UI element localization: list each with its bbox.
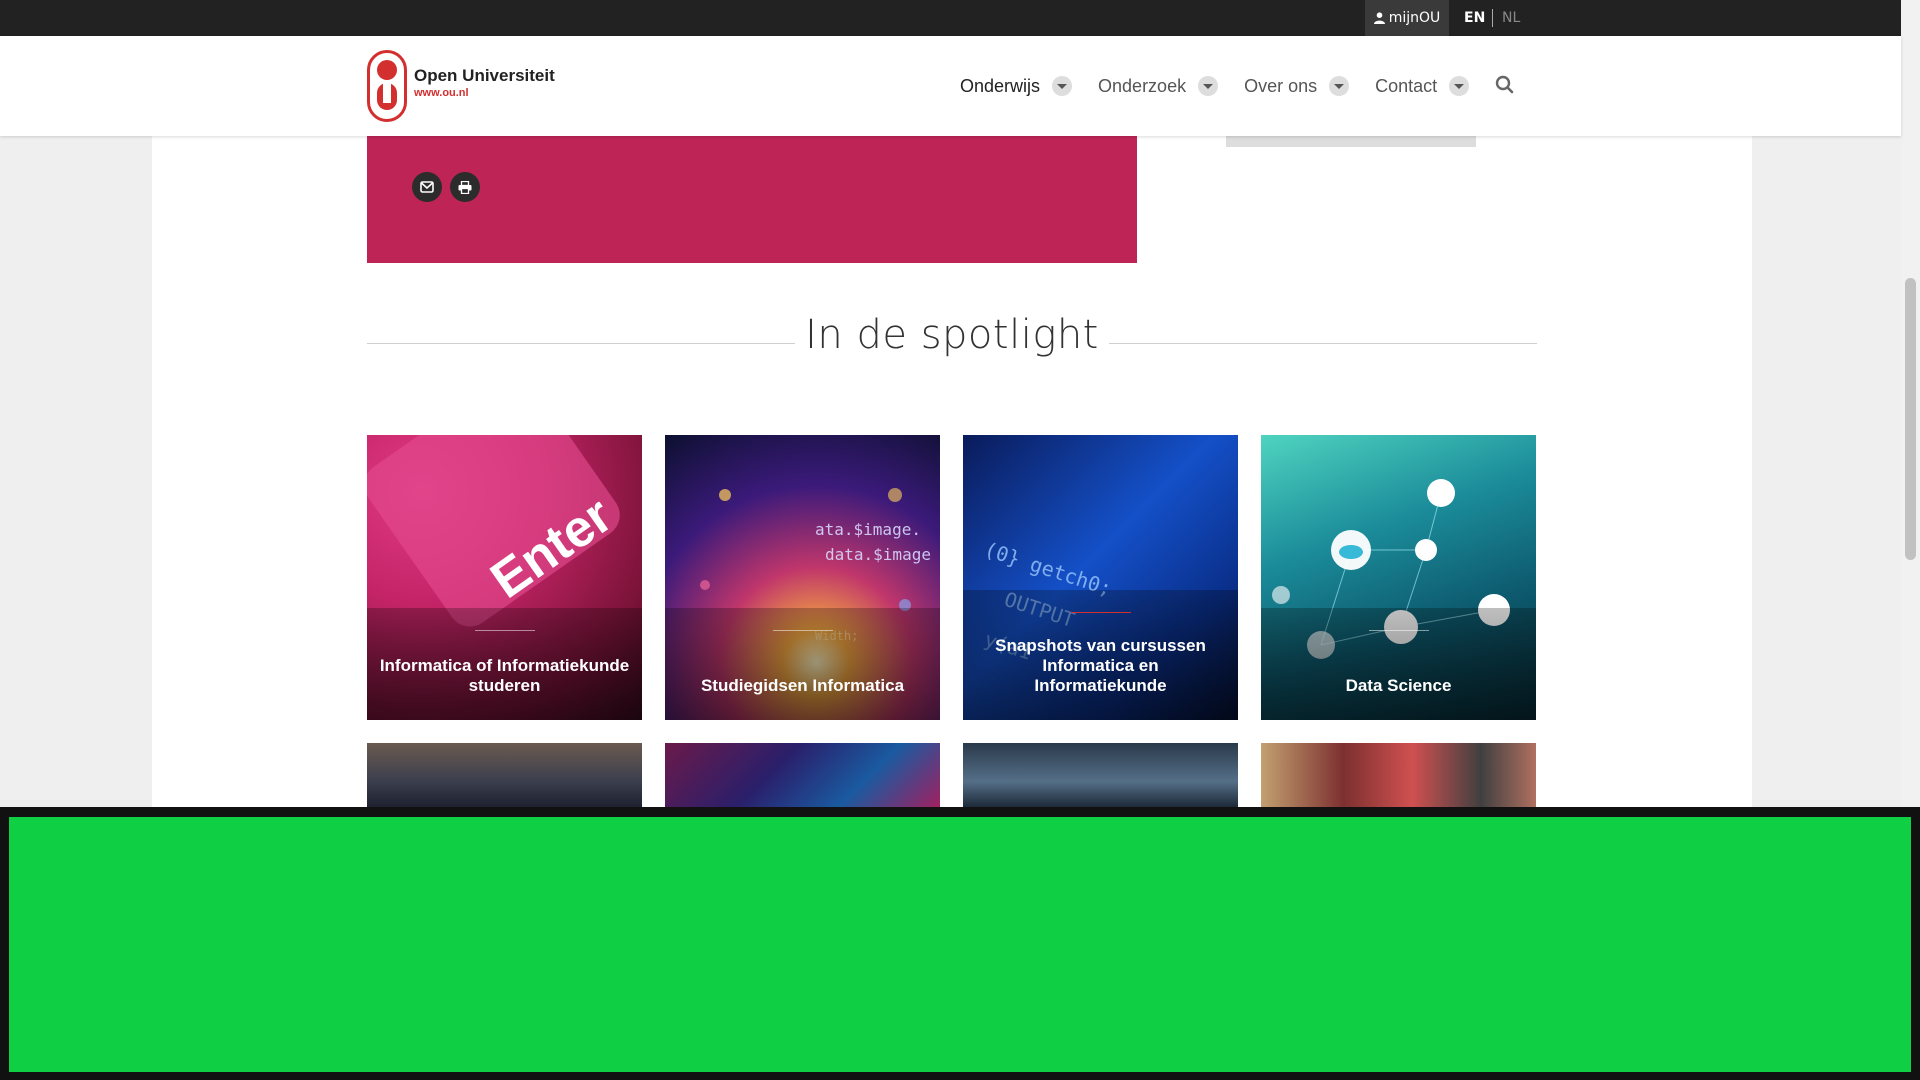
nav-item-onderzoek[interactable]: Onderzoek xyxy=(1098,75,1219,97)
tile-caption: Informatica of Informatiekunde studeren xyxy=(367,608,642,720)
spotlight-tile-snapshots[interactable]: (0} getch0; OUTPUT y(a1 Snapshots van cu… xyxy=(963,435,1238,720)
nav-label: Contact xyxy=(1375,75,1438,96)
nav-item-over-ons[interactable]: Over ons xyxy=(1244,75,1350,97)
scrollbar-thumb[interactable] xyxy=(1905,278,1916,560)
tile-caption: Studiegidsen Informatica xyxy=(665,608,940,720)
spotlight-tile-6[interactable] xyxy=(665,743,940,807)
tile-title: Informatica of Informatiekunde studeren xyxy=(379,656,630,695)
nav-item-contact[interactable]: Contact xyxy=(1375,75,1470,97)
chevron-down-icon[interactable] xyxy=(1449,76,1470,96)
spotlight-tile-8[interactable] xyxy=(1261,743,1536,807)
tile-title: Data Science xyxy=(1345,676,1452,695)
ou-logo-icon xyxy=(367,50,407,122)
utility-bar: mijnOU EN NL xyxy=(0,0,1901,36)
spotlight-tile-studiegidsen[interactable]: ata.$image. data.$image Width; Studiegid… xyxy=(665,435,940,720)
site-header: Open Universiteit www.ou.nl Onderwijs On… xyxy=(0,36,1901,136)
spotlight-tile-7[interactable] xyxy=(963,743,1238,807)
intro-block xyxy=(367,136,1137,263)
envelope-icon xyxy=(420,181,434,193)
tile-caption: Data Science xyxy=(1261,608,1536,720)
spotlight-tile-data-science[interactable]: Data Science xyxy=(1261,435,1536,720)
logo-title: Open Universiteit xyxy=(414,66,555,85)
mijnou-label: mijnOU xyxy=(1388,10,1441,26)
print-icon xyxy=(458,180,472,194)
divider-line xyxy=(1109,343,1537,344)
caption-rule xyxy=(1368,630,1429,631)
user-icon xyxy=(1373,12,1385,24)
print-button[interactable] xyxy=(450,172,480,202)
main-nav: Onderwijs Onderzoek Over ons Contact xyxy=(960,36,1495,136)
spotlight-tile-informatica-studeren[interactable]: Enter Informatica of Informatiekunde stu… xyxy=(367,435,642,720)
caption-rule xyxy=(1070,612,1131,613)
spotlight-heading: In de spotlight xyxy=(805,312,1099,358)
chevron-down-icon[interactable] xyxy=(1329,76,1350,96)
lang-en-link[interactable]: EN xyxy=(1464,10,1485,26)
chevron-down-icon[interactable] xyxy=(1052,76,1073,96)
tile-caption: Snapshots van cursussen Informatica en I… xyxy=(963,590,1238,720)
spotlight-tile-5[interactable] xyxy=(367,743,642,807)
svg-text:data.$image: data.$image xyxy=(825,545,931,564)
nav-label: Over ons xyxy=(1244,75,1318,96)
chevron-down-icon[interactable] xyxy=(1198,76,1219,96)
lang-nl-link[interactable]: NL xyxy=(1502,10,1520,26)
nav-label: Onderwijs xyxy=(960,75,1041,96)
green-overlay-panel xyxy=(9,817,1911,1072)
nav-item-onderwijs[interactable]: Onderwijs xyxy=(960,75,1073,97)
logo-url: www.ou.nl xyxy=(414,87,469,99)
svg-text:ata.$image.: ata.$image. xyxy=(815,520,921,539)
mijnou-link[interactable]: mijnOU xyxy=(1365,0,1449,36)
tile-title: Snapshots van cursussen Informatica en I… xyxy=(995,636,1206,695)
nav-label: Onderzoek xyxy=(1098,75,1187,96)
caption-rule xyxy=(474,630,535,631)
ou-logo[interactable]: Open Universiteit www.ou.nl xyxy=(367,50,597,122)
sidebar-box-bottom xyxy=(1226,136,1476,147)
search-icon[interactable] xyxy=(1494,74,1516,96)
email-share-button[interactable] xyxy=(412,172,442,202)
tile-title: Studiegidsen Informatica xyxy=(700,676,905,695)
caption-rule xyxy=(772,630,833,631)
divider-line xyxy=(367,343,795,344)
lang-divider xyxy=(1492,9,1493,27)
